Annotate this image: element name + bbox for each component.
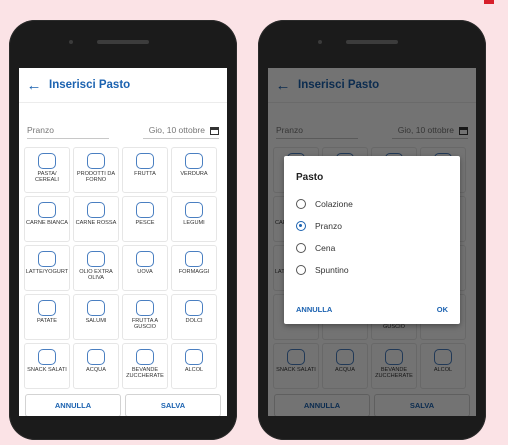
category-label: FRUTTA A GUSCIO bbox=[131, 318, 159, 331]
meal-date-row: Pranzo Gio, 10 ottobre bbox=[19, 109, 227, 139]
calendar-icon[interactable] bbox=[210, 127, 219, 135]
dialog-title: Pasto bbox=[296, 172, 324, 183]
meal-dialog: Pasto Colazione Pranzo Cena Spuntino ANN… bbox=[284, 156, 460, 324]
broccoli-icon bbox=[185, 153, 203, 169]
category-label: PRODOTTI DA FORNO bbox=[76, 171, 116, 184]
category-label: CARNE BIANCA bbox=[26, 220, 68, 226]
category-label: PESCE bbox=[135, 220, 155, 226]
radio-icon[interactable] bbox=[296, 265, 306, 275]
app-bar: ← Inserisci Pasto bbox=[19, 68, 227, 103]
nut-icon bbox=[136, 300, 154, 316]
cheese-icon bbox=[185, 251, 203, 267]
option-pranzo[interactable]: Pranzo bbox=[296, 215, 460, 237]
category-label: FRUTTA bbox=[134, 171, 156, 177]
category-tile[interactable]: VERDURA bbox=[171, 147, 217, 193]
category-label: FORMAGGI bbox=[178, 269, 210, 275]
category-label: BEVANDE ZUCCHERATE bbox=[126, 367, 164, 380]
category-label: VERDURA bbox=[180, 171, 208, 177]
category-label: LEGUMI bbox=[183, 220, 205, 226]
wheat-icon bbox=[38, 153, 56, 169]
category-tile[interactable]: PRODOTTI DA FORNO bbox=[73, 147, 119, 193]
category-tile[interactable]: OLIO EXTRA OLIVA bbox=[73, 245, 119, 291]
egg-icon bbox=[136, 251, 154, 267]
steak-icon bbox=[87, 202, 105, 218]
dialog-spacer bbox=[284, 183, 460, 193]
category-label: DOLCI bbox=[185, 318, 203, 324]
pea-icon bbox=[185, 202, 203, 218]
category-tile[interactable]: ALCOL bbox=[171, 343, 217, 389]
dialog-ok-button[interactable]: OK bbox=[437, 305, 448, 314]
speaker-grille bbox=[346, 40, 398, 44]
category-tile[interactable]: DOLCI bbox=[171, 294, 217, 340]
category-tile[interactable]: FRUTTA A GUSCIO bbox=[122, 294, 168, 340]
category-label: PASTA/ CEREALI bbox=[35, 171, 59, 184]
option-colazione[interactable]: Colazione bbox=[296, 193, 460, 215]
camera-dot bbox=[69, 40, 73, 44]
screen-right: ← Inserisci Pasto Pranzo Gio, 10 ottobre… bbox=[268, 68, 476, 416]
category-label: OLIO EXTRA OLIVA bbox=[79, 269, 113, 282]
oil-icon bbox=[87, 251, 105, 267]
category-label: UOVA bbox=[137, 269, 153, 275]
option-spuntino[interactable]: Spuntino bbox=[296, 259, 460, 281]
category-tile[interactable]: ACQUA bbox=[73, 343, 119, 389]
category-label: ALCOL bbox=[184, 367, 204, 373]
category-tile[interactable]: PATATE bbox=[24, 294, 70, 340]
option-label: Colazione bbox=[315, 199, 353, 209]
glass-icon bbox=[87, 349, 105, 365]
drumstick-icon bbox=[38, 202, 56, 218]
category-tile[interactable]: FORMAGGI bbox=[171, 245, 217, 291]
category-tile[interactable]: LEGUMI bbox=[171, 196, 217, 242]
category-grid: PASTA/ CEREALI PRODOTTI DA FORNO FRUTTA … bbox=[19, 147, 227, 389]
category-label: CARNE ROSSA bbox=[75, 220, 117, 226]
chips-icon bbox=[38, 349, 56, 365]
meal-field[interactable]: Pranzo bbox=[27, 125, 109, 139]
arrow-left-icon[interactable]: ← bbox=[19, 77, 49, 94]
cupcake-icon bbox=[185, 300, 203, 316]
category-tile[interactable]: BEVANDE ZUCCHERATE bbox=[122, 343, 168, 389]
bread-icon bbox=[87, 153, 105, 169]
option-label: Spuntino bbox=[315, 265, 349, 275]
fish-icon bbox=[136, 202, 154, 218]
category-tile[interactable]: UOVA bbox=[122, 245, 168, 291]
cancel-button[interactable]: ANNULLA bbox=[25, 394, 121, 416]
date-field[interactable]: Gio, 10 ottobre bbox=[143, 125, 219, 139]
date-text: Gio, 10 ottobre bbox=[148, 125, 205, 135]
category-tile[interactable]: FRUTTA bbox=[122, 147, 168, 193]
category-tile[interactable]: LATTE/YOGURT bbox=[24, 245, 70, 291]
option-cena[interactable]: Cena bbox=[296, 237, 460, 259]
category-label: LATTE/YOGURT bbox=[25, 269, 69, 275]
can-icon bbox=[136, 349, 154, 365]
category-label: SALUMI bbox=[85, 318, 107, 324]
option-label: Cena bbox=[315, 243, 336, 253]
speaker-grille bbox=[97, 40, 149, 44]
category-tile[interactable]: PASTA/ CEREALI bbox=[24, 147, 70, 193]
wine-icon bbox=[185, 349, 203, 365]
dialog-actions: ANNULLA OK bbox=[284, 305, 460, 314]
radio-selected-icon[interactable] bbox=[296, 221, 306, 231]
screen-left: ← Inserisci Pasto Pranzo Gio, 10 ottobre… bbox=[19, 68, 227, 416]
category-tile[interactable]: SNACK SALATI bbox=[24, 343, 70, 389]
corner-marker bbox=[484, 0, 494, 4]
category-label: SNACK SALATI bbox=[27, 367, 67, 373]
footer-actions: ANNULLA SALVA bbox=[19, 394, 227, 416]
radio-icon[interactable] bbox=[296, 243, 306, 253]
category-label: ACQUA bbox=[86, 367, 106, 373]
page-title: Inserisci Pasto bbox=[49, 79, 131, 91]
milk-icon bbox=[38, 251, 56, 267]
category-tile[interactable]: CARNE BIANCA bbox=[24, 196, 70, 242]
phone-left: ← Inserisci Pasto Pranzo Gio, 10 ottobre… bbox=[9, 20, 237, 440]
save-button[interactable]: SALVA bbox=[125, 394, 221, 416]
salami-icon bbox=[87, 300, 105, 316]
phone-right: ← Inserisci Pasto Pranzo Gio, 10 ottobre… bbox=[258, 20, 486, 440]
camera-dot bbox=[318, 40, 322, 44]
dialog-cancel-button[interactable]: ANNULLA bbox=[296, 305, 332, 314]
category-tile[interactable]: PESCE bbox=[122, 196, 168, 242]
potato-icon bbox=[38, 300, 56, 316]
category-label: PATATE bbox=[36, 318, 58, 324]
radio-icon[interactable] bbox=[296, 199, 306, 209]
apple-icon bbox=[136, 153, 154, 169]
category-tile[interactable]: CARNE ROSSA bbox=[73, 196, 119, 242]
option-label: Pranzo bbox=[315, 221, 342, 231]
category-tile[interactable]: SALUMI bbox=[73, 294, 119, 340]
